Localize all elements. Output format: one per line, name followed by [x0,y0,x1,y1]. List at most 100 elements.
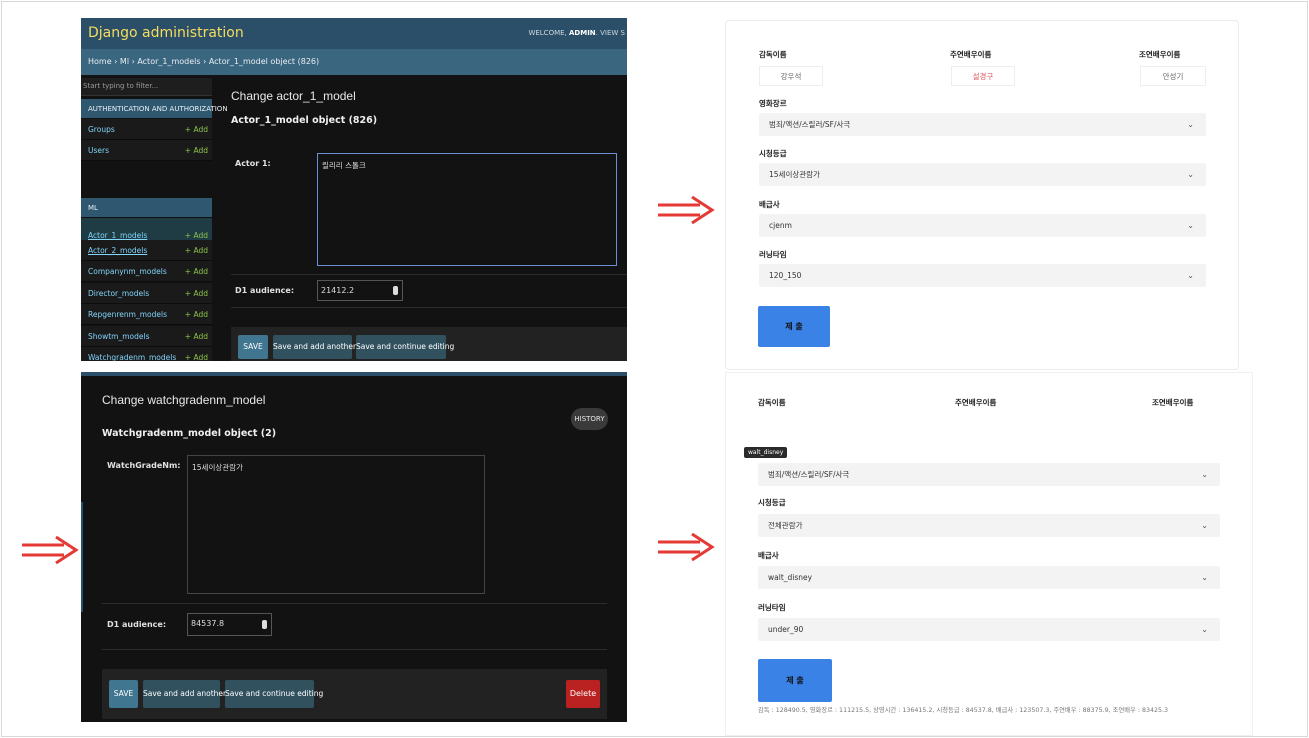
add-link[interactable]: + Add [185,310,208,319]
divider [231,274,627,275]
delete-button[interactable]: Delete [566,680,600,708]
save-add-another-button[interactable]: Save and add another [273,335,356,359]
double-right-arrow-icon [22,535,79,565]
sidebar-item-label[interactable]: Users [88,146,109,155]
grade-value: 15세이상관람가 [769,170,820,179]
lead-actor-label: 주연배우이름 [950,50,992,59]
sidebar-filter-input[interactable]: Start typing to filter... [81,78,212,96]
distributor-select[interactable]: cjenm ⌄ [759,214,1206,237]
save-button[interactable]: SAVE [238,335,268,359]
user-tools: WELCOME, ADMIN. VIEW S [528,29,625,37]
submit-row: SAVE Save and add another Save and conti… [102,669,607,719]
distributor-select[interactable]: walt_disney ⌄ [758,566,1220,589]
sidebar-item-director[interactable]: Director_models + Add [81,283,212,304]
director-label: 감독이름 [759,50,787,59]
django-brand[interactable]: Django administration [88,25,244,41]
save-button[interactable]: SAVE [109,680,138,708]
change-form: Change actor_1_model Actor_1_model objec… [220,75,627,361]
welcome-suffix[interactable]: . VIEW S [596,29,625,37]
autocomplete-tooltip: walt_disney [744,447,788,458]
sidebar-item-groups[interactable]: Groups + Add [81,119,212,140]
genre-value: 범죄/액션/스릴러/SF/사극 [769,120,851,129]
audience-input[interactable]: 21412.2 [317,280,403,301]
object-title: Actor_1_model object (826) [231,115,378,126]
runtime-value: under_90 [768,625,804,634]
sidebar-item-repgenrenm[interactable]: Repgenrenm_models + Add [81,304,212,325]
divider [102,649,607,650]
grade-label: 시청등급 [759,149,787,158]
sidebar-item-label[interactable]: Actor_2_models [88,246,147,255]
runtime-label: 러닝타임 [759,250,787,259]
add-link[interactable]: + Add [185,289,208,298]
page-title: Change actor_1_model [231,89,356,103]
object-title: Watchgradenm_model object (2) [102,428,277,439]
grade-select[interactable]: 15세이상관람가 ⌄ [759,163,1206,186]
watchgrade-textarea[interactable]: 15세이상관람가 [187,455,485,594]
runtime-select[interactable]: under_90 ⌄ [758,618,1220,641]
django-admin-panel-watchgrade: Change watchgradenm_model HISTORY Watchg… [81,372,627,722]
welcome-prefix: WELCOME, [528,29,569,37]
chevron-down-icon: ⌄ [1201,573,1208,582]
header-edge [81,372,627,376]
prediction-form-result: 감독이름 주연배우이름 조연배우이름 walt_disney 범죄/액션/스릴러… [725,372,1253,736]
grade-value: 전체관람가 [768,521,803,530]
double-right-arrow-icon [658,532,715,562]
spinner-icon[interactable] [393,286,398,295]
django-admin-panel-actor: Django administration WELCOME, ADMIN. VI… [81,18,627,361]
sidebar-item-users[interactable]: Users + Add [81,140,212,161]
grade-select[interactable]: 전체관람가 ⌄ [758,514,1220,537]
sidebar-item-label[interactable]: Watchgradenm_models [88,353,176,361]
page-title: Change watchgradenm_model [102,393,266,407]
save-continue-button[interactable]: Save and continue editing [225,680,323,708]
app-caption-auth[interactable]: AUTHENTICATION AND AUTHORIZATION [81,99,228,118]
sidebar-item-companynm[interactable]: Companynm_models + Add [81,261,212,282]
genre-select[interactable]: 범죄/액션/스릴러/SF/사극 ⌄ [759,113,1206,136]
add-link[interactable]: + Add [185,353,208,361]
spinner-icon[interactable] [262,620,267,629]
app-caption-ml[interactable]: ML [81,198,212,217]
sidebar-item-actor-1[interactable]: Actor_1_models + Add [81,218,212,241]
add-link[interactable]: + Add [185,146,208,155]
sidebar-item-label[interactable]: Repgenrenm_models [88,310,167,319]
chevron-down-icon: ⌄ [1187,170,1194,179]
grade-label: 시청등급 [758,498,786,507]
audience-value: 21412.2 [321,286,355,295]
sidebar-item-label[interactable]: Director_models [88,289,149,298]
sidebar-item-showtm[interactable]: Showtm_models + Add [81,326,212,347]
audience-input[interactable]: 84537.8 [187,613,272,636]
add-link[interactable]: + Add [185,246,208,255]
runtime-select[interactable]: 120_150 ⌄ [759,264,1206,287]
director-input[interactable]: 강우석 [759,66,823,86]
submit-button[interactable]: 제 출 [758,306,830,347]
actor-1-textarea[interactable]: 릴리리 스톨크 [317,153,617,266]
support-actor-label: 조연배우이름 [1139,50,1181,59]
chevron-down-icon: ⌄ [1201,521,1208,530]
add-link[interactable]: + Add [185,332,208,341]
sidebar-item-label[interactable]: Companynm_models [88,267,167,276]
prediction-result-text: 감독 : 128490.5, 영화장르 : 111215.5, 상영시간 : 1… [758,707,1169,714]
submit-button[interactable]: 제 출 [758,659,832,702]
genre-select[interactable]: 범죄/액션/스릴러/SF/사극 ⌄ [758,463,1220,486]
distributor-label: 배급사 [759,200,780,209]
submit-row: SAVE Save and add another Save and conti… [231,327,627,361]
runtime-value: 120_150 [769,271,802,280]
add-link[interactable]: + Add [185,267,208,276]
support-actor-input[interactable]: 안성기 [1140,66,1206,86]
sidebar-item-watchgradenm[interactable]: Watchgradenm_models + Add [81,347,212,361]
audience-label: D1 audience: [107,620,167,629]
save-continue-button[interactable]: Save and continue editing [356,335,454,359]
divider [102,603,607,604]
sidebar-item-label[interactable]: Groups [88,125,115,134]
lead-actor-input[interactable]: 설경구 [951,66,1015,86]
director-label: 감독이름 [758,398,786,407]
history-button[interactable]: HISTORY [571,408,608,430]
django-header: Django administration WELCOME, ADMIN. VI… [81,18,627,49]
lead-actor-label: 주연배우이름 [955,398,997,407]
breadcrumb-text[interactable]: Home › Ml › Actor_1_models › Actor_1_mod… [88,57,319,66]
add-link[interactable]: + Add [185,125,208,134]
chevron-down-icon: ⌄ [1187,120,1194,129]
save-add-another-button[interactable]: Save and add another [143,680,226,708]
actor-1-label: Actor 1: [235,159,271,168]
sidebar-item-actor-2[interactable]: Actor_2_models + Add [81,240,212,261]
sidebar-item-label[interactable]: Showtm_models [88,332,150,341]
